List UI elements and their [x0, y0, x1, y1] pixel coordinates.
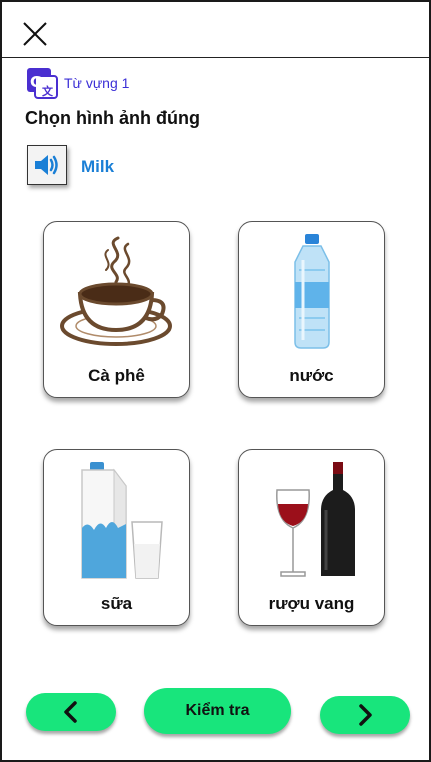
speaker-icon — [35, 155, 58, 175]
previous-button[interactable] — [26, 693, 116, 731]
lesson-header: G 文 Từ vựng 1 — [26, 66, 129, 100]
next-button[interactable] — [320, 696, 410, 734]
coffee-cup-image — [60, 236, 172, 346]
option-label: nước — [289, 366, 334, 385]
option-card-milk[interactable]: sữa — [43, 449, 190, 626]
option-card-coffee[interactable]: Cà phê — [43, 221, 190, 398]
option-label: sữa — [100, 594, 133, 613]
chevron-left-icon — [64, 701, 77, 723]
option-label: rượu vang — [268, 594, 355, 613]
target-word: Milk — [81, 157, 115, 176]
top-bar — [2, 2, 429, 58]
play-audio-button[interactable] — [27, 145, 67, 185]
option-label: Cà phê — [88, 366, 145, 385]
lesson-title: Từ vựng 1 — [64, 75, 130, 91]
milk-carton-image — [81, 462, 163, 579]
check-button[interactable]: Kiểm tra — [144, 688, 291, 734]
translate-icon: G 文 — [27, 68, 58, 99]
svg-text:G: G — [30, 73, 42, 91]
app-screen: G 文 Từ vựng 1 Chọn hình ảnh đúng Milk Cà… — [0, 0, 431, 762]
close-icon[interactable] — [22, 21, 48, 47]
svg-text:文: 文 — [42, 84, 54, 98]
option-card-water[interactable]: nước — [238, 221, 385, 398]
water-bottle-image — [294, 234, 330, 349]
option-card-wine[interactable]: rượu vang — [238, 449, 385, 626]
question-prompt: Chọn hình ảnh đúng — [25, 108, 200, 128]
chevron-right-icon — [359, 704, 372, 726]
red-wine-image — [276, 462, 355, 577]
check-button-label: Kiểm tra — [185, 702, 250, 719]
